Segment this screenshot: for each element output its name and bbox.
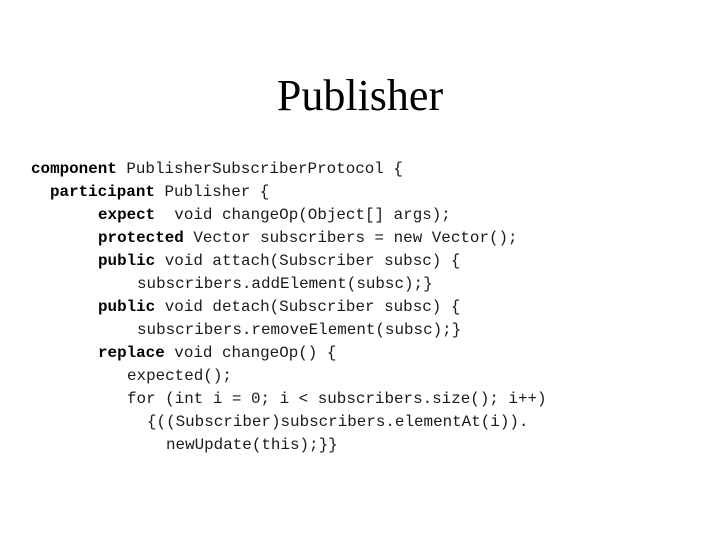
code-text: subscribers.removeElement(subsc);} [137, 321, 462, 339]
code-text: Publisher { [154, 183, 270, 201]
code-text: void detach(Subscriber subsc) { [155, 298, 461, 316]
code-text: PublisherSubscriberProtocol { [116, 160, 403, 178]
code-text: Vector subscribers = new Vector(); [183, 229, 518, 247]
code-line: public void attach(Subscriber subsc) { [98, 250, 460, 273]
code-text: void changeOp(Object[] args); [155, 206, 451, 224]
code-keyword: protected [98, 229, 184, 247]
code-keyword: public [98, 252, 156, 270]
code-line: participant Publisher { [50, 181, 269, 204]
code-keyword: public [98, 298, 156, 316]
slide-title: Publisher [276, 71, 444, 120]
code-line: public void detach(Subscriber subsc) { [98, 296, 460, 319]
code-text: newUpdate(this);}} [166, 436, 338, 454]
code-text: expected(); [127, 367, 232, 385]
code-line: component PublisherSubscriberProtocol { [31, 158, 403, 181]
code-text: subscribers.addElement(subsc);} [137, 275, 433, 293]
code-line: expect void changeOp(Object[] args); [98, 204, 451, 227]
code-keyword: expect [98, 206, 156, 224]
code-line: for (int i = 0; i < subscribers.size(); … [127, 388, 547, 411]
code-text: void attach(Subscriber subsc) { [155, 252, 461, 270]
code-line: {((Subscriber)subscribers.elementAt(i)). [147, 411, 528, 434]
code-text: {((Subscriber)subscribers.elementAt(i)). [147, 413, 529, 431]
code-line: protected Vector subscribers = new Vecto… [98, 227, 518, 250]
code-keyword: component [31, 160, 117, 178]
code-line: replace void changeOp() { [98, 342, 336, 365]
code-line: expected(); [127, 365, 232, 388]
code-text: void changeOp() { [164, 344, 337, 362]
code-text: for (int i = 0; i < subscribers.size(); … [127, 390, 547, 408]
code-line: subscribers.addElement(subsc);} [137, 273, 433, 296]
code-line: newUpdate(this);}} [166, 434, 338, 457]
code-line: subscribers.removeElement(subsc);} [137, 319, 461, 342]
code-keyword: replace [98, 344, 165, 362]
code-keyword: participant [50, 183, 155, 201]
